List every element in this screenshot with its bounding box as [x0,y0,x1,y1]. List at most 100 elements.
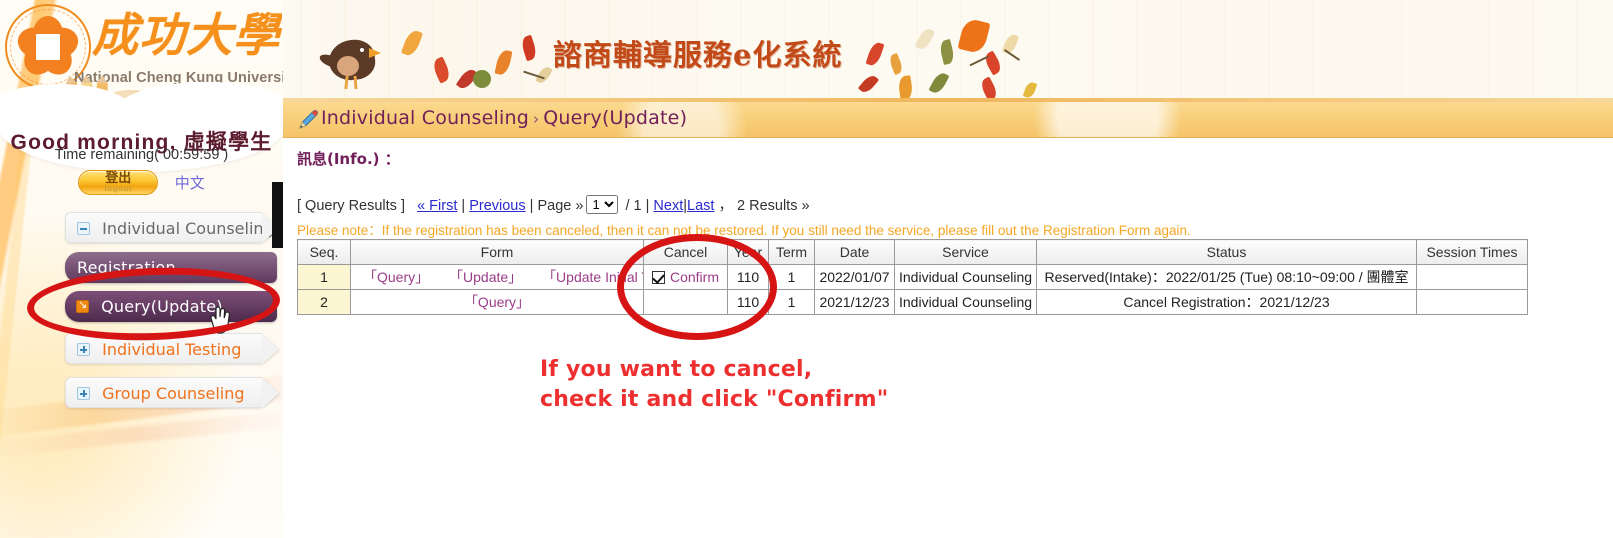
scroll-edge-marker [272,182,283,218]
breadcrumb-bar: Individual Counseling › Query(Update) [283,102,1613,138]
cell-service: Individual Counseling [894,289,1037,315]
time-remaining-text: Time remaining( 00:59:59 ) [54,147,229,163]
cell-cancel [643,289,728,315]
column-header-form: Form [350,239,644,265]
leaf-icon [887,52,905,76]
language-switch-link[interactable]: 中文 [175,172,205,193]
cell-date: 2021/12/23 [814,289,895,315]
annotation-text: If you want to cancel, check it and clic… [540,355,888,415]
warning-note: Please note：If the registration has been… [297,223,1191,238]
column-header-date: Date [814,239,895,265]
bird-illustration [317,36,385,92]
scroll-edge-marker [272,218,283,248]
sidebar-item-label: Individual Counseling [102,219,274,238]
page-total: / 1 | [625,198,650,214]
cell-year: 110 [727,289,769,315]
minus-box-icon [77,222,90,235]
sidebar-item-label: Query(Update) [101,297,223,316]
leaf-icon [400,28,424,58]
leaf-icon [519,34,539,62]
leaf-icon [865,40,885,68]
results-count: ， 2 Results » [718,198,810,214]
cell-session-times [1416,264,1528,290]
sidebar-item-individual-testing[interactable]: Individual Testing [65,333,279,364]
column-header-session-times: Session Times [1416,239,1528,265]
cell-seq: 1 [297,264,351,290]
form-link-update-initial-time[interactable]: 「Update Initial Time」 [542,269,642,285]
sidebar-item-individual-counseling[interactable]: Individual Counseling [65,212,279,243]
column-header-status: Status [1036,239,1417,265]
cell-date: 2022/01/07 [814,264,895,290]
leaf-icon [914,26,936,52]
sidebar: 成功大學 National Cheng Kung University Good… [0,0,283,538]
column-header-service: Service [894,239,1037,265]
leaf-icon [938,38,956,66]
plus-box-icon [77,343,90,356]
page-select[interactable]: 1 [586,195,619,214]
leaf-icon [978,76,1000,102]
column-header-year: Year [727,239,769,265]
table-row: 1 「Query」 「Update」 「Update Initial Time」… [297,264,1528,290]
form-link-update[interactable]: 「Update」 [449,269,522,285]
next-page-link[interactable]: Next [653,198,683,214]
sidebar-item-group-counseling[interactable]: Group Counseling [65,377,279,408]
cell-status: Cancel Registration：2021/12/23 [1036,289,1417,315]
banner-title: 諮商輔導服務e化系統 [553,38,843,72]
breadcrumb-separator: › [533,110,540,128]
sidebar-item-label: Registration [77,258,176,277]
column-header-seq: Seq. [297,239,351,265]
sidebar-item-registration[interactable]: Registration [65,252,277,283]
arrow-box-icon [76,298,89,313]
pagination-bar: [ Query Results ] « First | Previous | P… [297,194,810,215]
site-banner: 諮商輔導服務e化系統 [283,0,1613,102]
leaf-icon [982,50,1004,76]
cell-seq: 2 [297,289,351,315]
pencil-icon [299,110,318,129]
plus-box-icon [77,387,90,400]
leaf-icon [857,72,880,96]
confirm-label[interactable]: Confirm [670,269,719,285]
page-label: Page » [537,198,584,214]
results-table: Seq. Form Cancel Year Term Date Service … [297,239,1528,315]
last-page-link[interactable]: Last [687,198,714,214]
cell-status: Reserved(Intake)：2022/01/25 (Tue) 08:10~… [1036,264,1417,290]
leaf-icon [897,75,914,101]
leaf-icon [1022,80,1038,100]
breadcrumb-current: Query(Update) [543,107,688,129]
cell-session-times [1416,289,1528,315]
main-content: 諮商輔導服務e化系統 Individual Counseling › Query(U… [283,0,1613,538]
cell-term: 1 [768,264,815,290]
sidebar-texture-wash [0,408,283,458]
sidebar-item-label: Group Counseling [102,384,245,403]
breadcrumb-parent[interactable]: Individual Counseling [321,107,529,129]
leaf-icon [494,48,513,77]
table-row: 2 「Query」 110 1 2021/12/23 Individual Co… [297,289,1528,315]
pager-separator: | [461,198,466,214]
info-label: 訊息(Info.) ： [297,150,400,168]
pager-separator: | [529,198,534,214]
logout-label-en: logout [104,184,132,193]
cell-service: Individual Counseling [894,264,1037,290]
leaf-icon [957,17,991,55]
cell-cancel: Confirm [643,264,728,290]
logout-button[interactable]: 登出 logout [78,170,159,195]
column-header-term: Term [768,239,815,265]
sidebar-item-query-update[interactable]: Query(Update) [65,291,277,322]
previous-page-link[interactable]: Previous [469,198,525,214]
sidebar-item-label: Individual Testing [102,340,242,359]
cell-form: 「Query」 [350,289,644,315]
table-header-row: Seq. Form Cancel Year Term Date Service … [297,239,1528,265]
first-page-link[interactable]: « First [417,198,457,214]
cancel-checkbox[interactable] [651,271,665,284]
leaf-icon [928,70,950,96]
form-link-query[interactable]: 「Query」 [464,294,530,310]
form-link-query[interactable]: 「Query」 [363,269,429,285]
leaf-icon [473,70,491,88]
cell-year: 110 [727,264,769,290]
leaf-icon [430,56,453,84]
university-logo: 成功大學 National Cheng Kung University [0,0,283,172]
cell-term: 1 [768,289,815,315]
query-results-label: [ Query Results ] [297,198,405,214]
cell-form: 「Query」 「Update」 「Update Initial Time」 [350,264,644,290]
annotation-line-2: check it and click "Confirm" [540,387,889,412]
